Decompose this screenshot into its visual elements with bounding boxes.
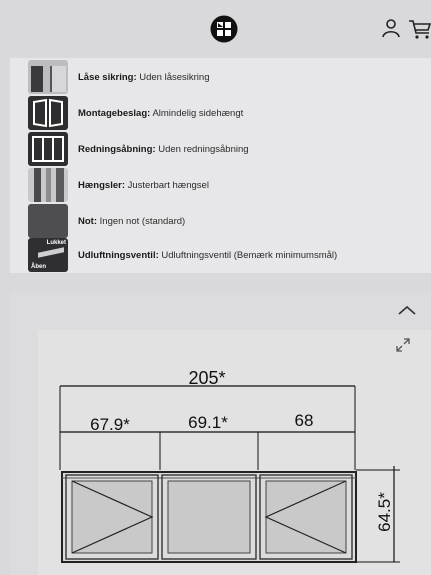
vent-closed-label: Lukket — [46, 240, 66, 246]
spec-value: Udluftningsventil (Bemærk minimumsmål) — [161, 249, 338, 261]
spec-row-hinge[interactable]: Hængsler: Justerbart hængsel — [28, 168, 209, 202]
hinge-mount-thumb — [28, 96, 68, 130]
spec-label: Hængsler: — [78, 179, 125, 191]
vent-thumb: Lukket Åben — [28, 238, 68, 272]
expand-icon[interactable] — [396, 338, 410, 352]
window-logo-icon[interactable] — [210, 15, 238, 43]
spec-row-vent[interactable]: Lukket Åben Udluftningsventil: Udluftnin… — [28, 238, 337, 272]
top-bar — [0, 0, 431, 58]
spec-row-groove[interactable]: Not: Ingen not (standard) — [28, 204, 185, 238]
spec-value: Justerbart hængsel — [127, 179, 209, 191]
spec-value: Ingen not (standard) — [99, 215, 186, 227]
spec-label: Montagebeslag: — [78, 107, 151, 119]
spec-row-rescue[interactable]: Redningsåbning: Uden redningsåbning — [28, 132, 249, 166]
spec-label: Låse sikring: — [78, 71, 137, 83]
user-icon[interactable] — [381, 18, 401, 38]
lock-thumb — [28, 60, 68, 94]
spec-label: Redningsåbning: — [78, 143, 156, 155]
product-specs-panel: Låse sikring: Uden låsesikring Montagebe… — [10, 58, 431, 273]
spec-value: Almindelig sidehængt — [152, 107, 244, 119]
chevron-up-icon[interactable] — [395, 303, 419, 317]
cart-icon[interactable] — [408, 18, 431, 40]
spec-row-mount[interactable]: Montagebeslag: Almindelig sidehængt — [28, 96, 243, 130]
window-drawing-panel — [38, 330, 431, 575]
spec-value: Uden låsesikring — [139, 71, 210, 83]
spec-label: Not: — [78, 215, 97, 227]
spec-row-lock[interactable]: Låse sikring: Uden låsesikring — [28, 60, 209, 94]
vent-open-label: Åben — [31, 264, 46, 270]
spec-label: Udluftningsventil: — [78, 249, 159, 261]
groove-thumb — [28, 204, 68, 238]
spec-value: Uden redningsåbning — [158, 143, 249, 155]
hinge-thumb — [28, 168, 68, 202]
rescue-opening-thumb — [28, 132, 68, 166]
